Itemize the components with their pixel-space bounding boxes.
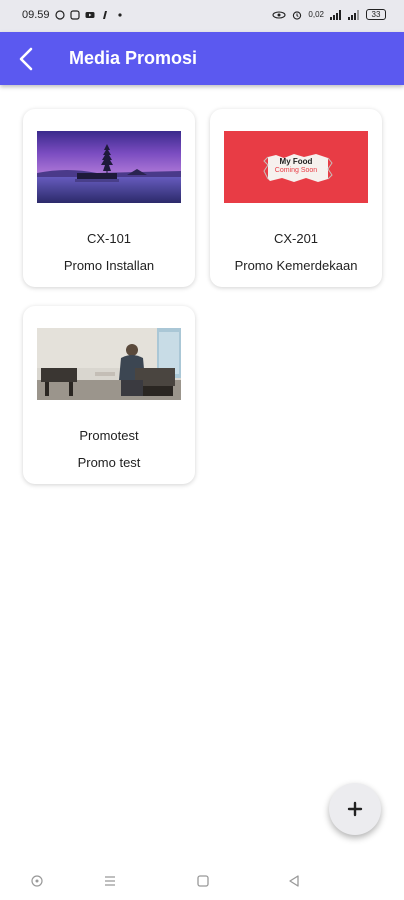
system-nav-bar <box>0 862 404 900</box>
add-promo-button[interactable] <box>329 783 381 835</box>
promo-image-temple <box>37 131 181 203</box>
room-image <box>37 328 181 400</box>
battery-indicator: 33 <box>366 9 386 20</box>
eye-icon <box>272 10 286 19</box>
promo-image-text-top: My Food <box>279 157 313 166</box>
youtube-icon <box>85 12 95 18</box>
whatsapp-icon <box>54 10 65 20</box>
promo-card[interactable]: My Food Coming Soon CX-201 Promo Kemerde… <box>210 109 382 287</box>
status-bar-left: 09.59 <box>22 9 125 21</box>
promo-code: Promotest <box>79 428 139 443</box>
promo-name: Promo Installan <box>63 258 155 273</box>
back-button[interactable] <box>10 42 44 76</box>
promo-name: Promo Kemerdekaan <box>234 258 358 273</box>
home-circle-icon[interactable] <box>30 874 44 888</box>
signal-icon <box>330 9 341 20</box>
promo-image-torn-paper: My Food Coming Soon <box>224 131 368 203</box>
chevron-left-icon <box>19 47 33 71</box>
promo-code: CX-201 <box>273 231 319 246</box>
app-bar: Media Promosi <box>0 32 404 85</box>
page-title: Media Promosi <box>69 48 198 68</box>
promo-name: Promo test <box>77 455 141 470</box>
app-notification-icon <box>102 11 107 19</box>
promo-code: CX-101 <box>86 231 132 246</box>
plus-icon <box>347 801 363 817</box>
chat-app-icon <box>69 10 80 20</box>
back-triangle-icon[interactable] <box>287 874 301 888</box>
status-time: 09.59 <box>22 9 50 21</box>
promo-card[interactable]: CX-101 Promo Installan <box>23 109 195 287</box>
promo-card[interactable]: Promotest Promo test <box>23 306 195 484</box>
recents-square-icon[interactable] <box>196 874 210 888</box>
menu-icon[interactable] <box>103 874 117 888</box>
promo-image-text-bottom: Coming Soon <box>274 167 318 174</box>
network-speed: 0,02 <box>308 9 324 19</box>
temple-image <box>37 131 181 203</box>
status-bar-right: 0,02 33 <box>272 9 386 20</box>
status-bar: 09.59 0,02 33 <box>0 0 404 32</box>
alarm-icon <box>293 10 302 20</box>
signal-2-icon <box>348 9 359 20</box>
promo-image-room <box>37 328 181 400</box>
more-dot-icon <box>117 13 122 17</box>
